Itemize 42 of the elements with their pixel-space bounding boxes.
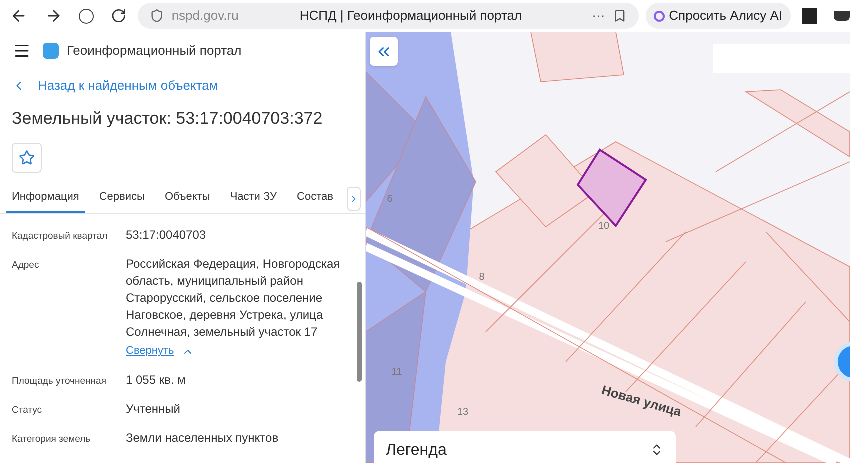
tab[interactable]: Части ЗУ	[224, 188, 284, 213]
shield-icon	[150, 9, 164, 23]
field-label: Адрес	[12, 259, 40, 274]
menu-icon[interactable]	[13, 42, 31, 60]
collapse-panel-button[interactable]	[370, 37, 398, 66]
url-text: nspd.gov.ru	[172, 7, 240, 26]
field-label: Категория земель	[12, 433, 92, 448]
house-number-label: 8	[479, 272, 485, 283]
field-value: Земли населенных пунктов	[126, 430, 280, 448]
house-number-label: 6	[387, 194, 393, 205]
portal-logo-icon	[43, 43, 59, 59]
field-value: 1 055 кв. м	[126, 372, 187, 389]
tab[interactable]: Объекты	[158, 188, 216, 213]
house-number-label: 11	[392, 367, 402, 378]
reload-icon[interactable]	[111, 8, 127, 24]
field-value: Учтенный	[126, 401, 182, 418]
field-label: Статус	[12, 404, 44, 418]
legend-title: Легенда	[386, 441, 447, 461]
star-icon	[19, 150, 35, 166]
object-title: Земельный участок: 53:17:0040703:372	[11, 108, 324, 130]
favorite-button[interactable]	[12, 143, 42, 173]
tab[interactable]: Состав	[291, 188, 340, 213]
tab[interactable]: Сервисы	[93, 188, 151, 213]
selected-parcel[interactable]	[576, 148, 648, 228]
portal-title: Геоинформационный портал	[67, 42, 242, 60]
back-link[interactable]: Назад к найденным объектам	[0, 76, 365, 96]
bookmark-icon[interactable]	[613, 9, 628, 23]
assistant-button[interactable]: Спросить Алису AI	[646, 3, 791, 29]
tab[interactable]: Информация	[6, 188, 86, 213]
collapse-link[interactable]: Свернуть	[126, 343, 344, 360]
address-bar[interactable]: nspd.gov.ru НСПД | Геоинформационный портал ···	[138, 3, 640, 29]
field-label: Площадь уточненная	[12, 374, 108, 389]
assistant-icon	[654, 10, 666, 22]
field-value: 53:17:0040703	[126, 227, 208, 244]
field-value: Российская Федерация, Новгородская область, муниципальный район Старорусский, сельское поселение Наговское, деревня Устрека, улица Солнечная, земельный участок 17	[126, 256, 342, 342]
legend-panel[interactable]: Легенда	[374, 431, 676, 463]
page-title: НСПД | Геоинформационный портал	[300, 7, 524, 26]
more-menu[interactable]: ···	[592, 6, 606, 26]
house-number-label: 13	[457, 407, 469, 418]
street-label: Новая улица	[600, 382, 684, 420]
field-label: Кадастровый квартал	[12, 230, 109, 244]
house-number-label: 10	[598, 221, 610, 232]
